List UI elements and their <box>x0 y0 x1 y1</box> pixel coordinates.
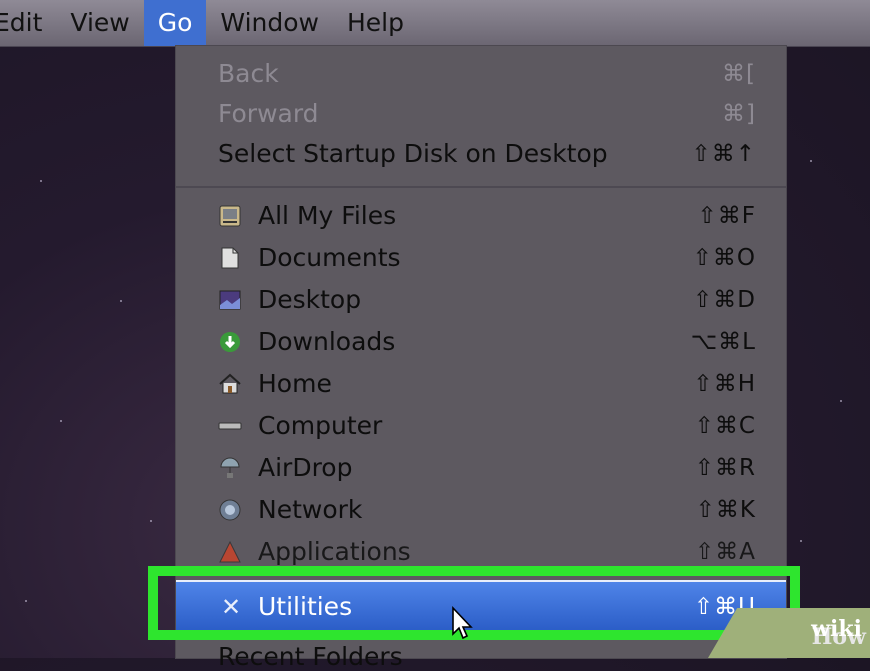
menu-go[interactable]: Go <box>143 0 207 46</box>
mouse-cursor-icon <box>452 606 473 640</box>
star <box>25 600 27 602</box>
menu-item-shortcut: ⇧⌘D <box>693 287 756 313</box>
menu-item-label: Network <box>258 495 363 524</box>
menu-item-downloads[interactable]: Downloads ⌥⌘L <box>176 322 786 362</box>
airdrop-icon <box>218 456 242 480</box>
menu-item-documents[interactable]: Documents ⇧⌘O <box>176 238 786 278</box>
menu-window[interactable]: Window <box>206 0 333 46</box>
menu-item-label: Select Startup Disk on Desktop <box>218 139 608 168</box>
computer-icon <box>218 414 242 438</box>
menu-item-airdrop[interactable]: AirDrop ⇧⌘R <box>176 448 786 488</box>
star <box>120 300 122 302</box>
applications-icon <box>218 540 242 564</box>
all-my-files-icon <box>218 204 242 228</box>
menu-item-label: Back <box>218 59 279 88</box>
menu-item-label: Downloads <box>258 327 396 356</box>
downloads-icon <box>218 330 242 354</box>
menu-item-shortcut: ⇧⌘C <box>694 413 756 439</box>
menu-item-home[interactable]: Home ⇧⌘H <box>176 364 786 404</box>
menu-item-forward: Forward ⌘] <box>176 94 786 134</box>
menu-item-shortcut: ⌥⌘L <box>690 329 756 355</box>
menu-view[interactable]: View <box>56 0 143 46</box>
menu-item-label: Documents <box>258 243 401 272</box>
menu-item-label: Desktop <box>258 285 362 314</box>
menu-item-label: All My Files <box>258 201 397 230</box>
menu-item-shortcut: ⇧⌘H <box>693 371 756 397</box>
menu-item-network[interactable]: Network ⇧⌘K <box>176 490 786 530</box>
watermark-wiki: wiki <box>811 616 862 642</box>
menu-item-shortcut: ⇧⌘↑ <box>691 141 756 167</box>
star <box>150 520 152 522</box>
menu-item-shortcut: ⇧⌘K <box>695 497 756 523</box>
star <box>40 180 42 182</box>
menu-item-shortcut: ⌘] <box>722 101 756 127</box>
menu-item-label: AirDrop <box>258 453 353 482</box>
star <box>810 160 812 162</box>
menu-item-select-startup-disk[interactable]: Select Startup Disk on Desktop ⇧⌘↑ <box>176 134 786 174</box>
menu-item-shortcut: ⌘[ <box>722 61 756 87</box>
menu-item-desktop[interactable]: Desktop ⇧⌘D <box>176 280 786 320</box>
menu-item-computer[interactable]: Computer ⇧⌘C <box>176 406 786 446</box>
menu-edit[interactable]: Edit <box>0 0 56 46</box>
menu-item-back: Back ⌘[ <box>176 54 786 94</box>
home-icon <box>218 372 242 396</box>
star <box>800 540 802 542</box>
desktop-screen: { "menubar": { "items": [ {"label": "Edi… <box>0 0 870 671</box>
menu-help[interactable]: Help <box>333 0 418 46</box>
menu-item-label: Forward <box>218 99 319 128</box>
menu-item-all-my-files[interactable]: All My Files ⇧⌘F <box>176 196 786 236</box>
menu-item-shortcut: ⇧⌘R <box>694 455 756 481</box>
menu-item-label: Home <box>258 369 332 398</box>
menu-item-recent-folders[interactable]: Recent Folders <box>218 642 403 671</box>
menu-item-shortcut: ⇧⌘F <box>697 203 756 229</box>
menu-item-shortcut: ⇧⌘O <box>692 245 756 271</box>
menu-separator <box>176 186 786 188</box>
menu-item-label: Computer <box>258 411 383 440</box>
network-icon <box>218 498 242 522</box>
menu-bar: Edit View Go Window Help <box>0 0 870 47</box>
star <box>60 420 62 422</box>
desktop-icon <box>218 288 242 312</box>
star <box>840 400 842 402</box>
documents-icon <box>218 246 242 270</box>
